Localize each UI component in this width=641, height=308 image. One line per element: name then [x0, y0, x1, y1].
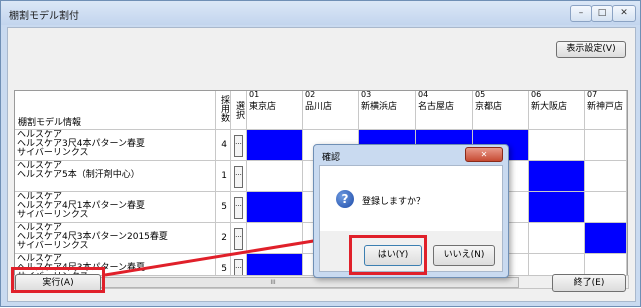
yes-button-highlight [349, 235, 427, 275]
no-button[interactable]: いいえ(N) [433, 245, 495, 266]
dialog-close-button[interactable]: ✕ [465, 147, 503, 162]
dialog-title: 確認 [322, 153, 341, 163]
question-icon: ? [336, 190, 354, 208]
dialog-message: 登録しますか？ [362, 197, 426, 207]
run-button-highlight [11, 267, 105, 293]
main-window: 棚割モデル割付 – □ ✕ 表示設定(V) 棚割モデル情報 採用数 選択 01 東京店 0… [0, 0, 641, 307]
